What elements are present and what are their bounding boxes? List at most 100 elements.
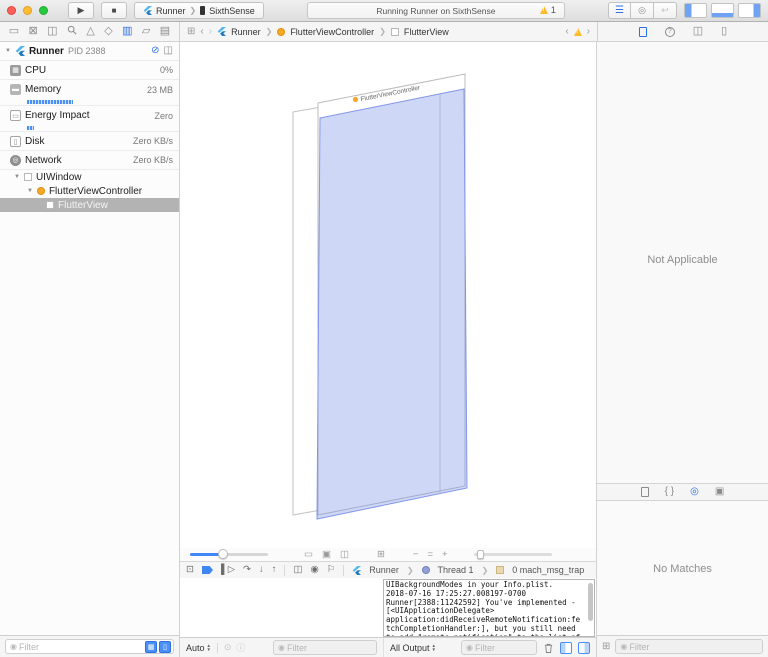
code-snippet-library-icon[interactable]: { } xyxy=(665,487,674,497)
next-issue-chevron-icon[interactable]: › xyxy=(587,26,590,37)
related-items-icon[interactable]: ⊞ xyxy=(187,26,195,37)
library-filter[interactable]: ◉ xyxy=(615,639,763,654)
breakpoint-navigator-icon[interactable]: ▱ xyxy=(142,26,150,37)
variables-view[interactable] xyxy=(180,578,383,637)
close-window-button[interactable] xyxy=(7,6,16,15)
jumpbar-item-flutterview[interactable]: FlutterView xyxy=(404,27,449,37)
process-row[interactable]: ▼ Runner PID 2388 ⊘ ◫ xyxy=(0,42,179,61)
view-process-by-ui-icon[interactable]: ◫ xyxy=(164,46,173,56)
trash-icon[interactable] xyxy=(543,642,554,654)
quicklook-eye-icon[interactable]: ⊙ xyxy=(224,642,232,653)
console-filter[interactable]: ◉ xyxy=(461,640,537,655)
library-filter-input[interactable] xyxy=(629,640,762,653)
spacing-slider-thumb[interactable] xyxy=(218,549,228,559)
report-navigator-icon[interactable]: ▤ xyxy=(160,26,170,37)
jumpbar-item-fluttervc[interactable]: FlutterViewController xyxy=(290,27,374,37)
minimize-window-button[interactable] xyxy=(23,6,32,15)
library-grid-view-icon[interactable]: ⊞ xyxy=(602,641,610,652)
view-mode-wireframe-icon[interactable]: ▣ xyxy=(322,550,331,560)
back-chevron-icon[interactable]: ‹ xyxy=(200,26,203,37)
debug-jumpbar-process[interactable]: Runner xyxy=(369,565,399,575)
gauge-row-disk[interactable]: ▯ Disk Zero KB/s xyxy=(0,132,179,151)
file-template-library-icon[interactable] xyxy=(641,487,649,497)
issue-navigator-icon[interactable]: △ xyxy=(86,26,94,37)
continue-execution-icon[interactable]: ▌▷ xyxy=(221,565,235,575)
flutterview-plane-selected[interactable] xyxy=(317,89,467,519)
media-library-icon[interactable]: ▣ xyxy=(715,487,724,497)
disclosure-triangle-icon[interactable]: ▼ xyxy=(27,188,33,194)
simulate-location-icon[interactable]: ⚐ xyxy=(327,565,336,575)
debug-jumpbar-thread[interactable]: Thread 1 xyxy=(438,565,474,575)
view-mode-both-icon[interactable]: ◫ xyxy=(340,550,349,560)
scheme-selector[interactable]: Runner ❯ SixthSense xyxy=(134,2,264,19)
show-variables-view-button[interactable] xyxy=(560,642,572,654)
info-icon[interactable]: ⓘ xyxy=(236,641,245,654)
find-navigator-icon[interactable] xyxy=(67,25,77,38)
toggle-navigator-panel-button[interactable] xyxy=(684,3,707,18)
console-filter-input[interactable] xyxy=(475,641,536,654)
test-navigator-icon[interactable]: ◇ xyxy=(104,26,112,37)
stop-button[interactable]: ■ xyxy=(101,2,127,19)
disclosure-triangle-icon[interactable]: ▼ xyxy=(5,48,11,54)
debug-memory-graph-icon[interactable]: ◉ xyxy=(310,565,318,575)
jumpbar-item-runner[interactable]: Runner xyxy=(231,27,261,37)
show-constraints-icon[interactable]: ⊞ xyxy=(377,550,385,560)
navigator-filter-input[interactable] xyxy=(19,640,145,653)
run-button[interactable]: ▶ xyxy=(68,2,94,19)
standard-editor-button[interactable]: ☰ xyxy=(608,2,631,19)
breakpoints-toggle-icon[interactable] xyxy=(202,566,213,574)
console-output[interactable]: UIBackgroundModes in your Info.plist. 20… xyxy=(383,579,595,637)
variables-filter[interactable]: ◉ xyxy=(273,640,377,655)
file-inspector-icon[interactable] xyxy=(639,27,647,37)
debug-view-hierarchy-icon[interactable]: ◫ xyxy=(293,565,302,575)
assistant-editor-button[interactable]: ◎ xyxy=(631,2,654,19)
step-over-icon[interactable]: ↷ xyxy=(243,565,251,575)
disclosure-triangle-icon[interactable]: ▼ xyxy=(14,174,20,180)
range-slider[interactable] xyxy=(474,553,552,556)
object-library-icon[interactable]: ◎ xyxy=(690,487,699,497)
tree-row-flutterview-selected[interactable]: FlutterView xyxy=(0,198,179,212)
spacing-slider[interactable] xyxy=(190,553,268,556)
quick-help-inspector-icon[interactable]: ? xyxy=(665,27,675,37)
gauge-row-network[interactable]: ◎ Network Zero KB/s xyxy=(0,151,179,170)
step-into-icon[interactable]: ↓ xyxy=(259,565,264,575)
range-slider-thumb[interactable] xyxy=(477,550,484,559)
gauge-row-energy[interactable]: ▭ Energy Impact Zero xyxy=(0,106,179,125)
size-inspector-icon[interactable]: ▯ xyxy=(721,26,727,37)
source-control-navigator-icon[interactable]: ⊠ xyxy=(29,26,38,37)
toggle-inspector-panel-button[interactable] xyxy=(738,3,761,18)
zoom-out-icon[interactable]: − xyxy=(413,550,419,560)
toggle-debug-area-button[interactable] xyxy=(711,3,734,18)
console-scope-popup[interactable]: All Output ▲▼ xyxy=(390,643,436,653)
object-inspector-icon[interactable]: ◫ xyxy=(693,26,703,37)
tree-row-fluttervc[interactable]: ▼ FlutterViewController xyxy=(0,184,179,198)
show-stack-frames-button[interactable]: ▯ xyxy=(159,641,171,653)
version-editor-button[interactable]: ↩ xyxy=(654,2,677,19)
console-scrollbar[interactable] xyxy=(588,583,593,621)
forward-chevron-icon[interactable]: › xyxy=(209,26,212,37)
hide-debug-area-icon[interactable]: ⊡ xyxy=(186,565,194,575)
debug-navigator-icon[interactable]: ▥ xyxy=(122,26,132,37)
view-debugger-canvas[interactable]: FlutterViewController xyxy=(180,42,597,548)
step-out-icon[interactable]: ↑ xyxy=(272,565,277,575)
warning-count-badge[interactable]: 1 xyxy=(540,5,556,15)
symbol-navigator-icon[interactable]: ◫ xyxy=(47,26,57,37)
view-process-by-queue-icon[interactable]: ⊘ xyxy=(151,46,159,56)
previous-issue-chevron-icon[interactable]: ‹ xyxy=(565,26,568,37)
variables-scope-popup[interactable]: Auto ▲▼ xyxy=(186,643,211,653)
gauge-row-memory[interactable]: ▬ Memory 23 MB xyxy=(0,80,179,99)
zoom-in-icon[interactable]: + xyxy=(442,550,448,560)
show-gauges-button[interactable]: ▦ xyxy=(145,641,157,653)
debug-jumpbar-frame[interactable]: 0 mach_msg_trap xyxy=(512,565,584,575)
zoom-window-button[interactable] xyxy=(39,6,48,15)
project-navigator-icon[interactable]: ▭ xyxy=(9,26,19,37)
navigator-filter[interactable]: ◉ ▦ ▯ xyxy=(5,639,174,654)
zoom-actual-icon[interactable]: = xyxy=(427,550,433,560)
gauge-row-cpu[interactable]: ▦ CPU 0% xyxy=(0,61,179,80)
tree-row-uiwindow[interactable]: ▼ UIWindow xyxy=(0,170,179,184)
view-mode-contents-icon[interactable]: ▭ xyxy=(304,550,313,560)
issue-warning-icon[interactable] xyxy=(574,28,582,36)
variables-filter-input[interactable] xyxy=(287,641,376,654)
navigator-filter-bar: ◉ ▦ ▯ xyxy=(0,635,180,657)
show-console-view-button[interactable] xyxy=(578,642,590,654)
